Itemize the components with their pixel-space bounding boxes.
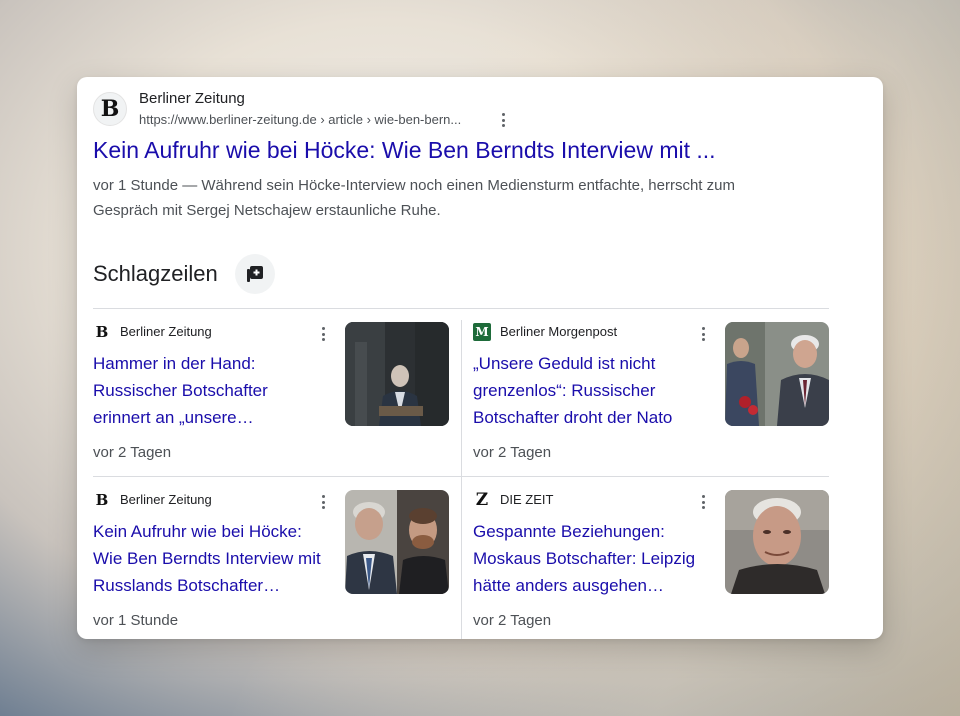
result-more-options-icon[interactable] <box>496 111 510 129</box>
story-headline-link[interactable]: Gespannte Beziehungen: Moskaus Botschaft… <box>473 518 709 599</box>
story-time: vor 2 Tagen <box>473 444 552 461</box>
story-source: Berliner Zeitung <box>120 324 212 339</box>
story-source: DIE ZEIT <box>500 492 554 507</box>
story-headline-link[interactable]: Hammer in der Hand: Russischer Botschaft… <box>93 350 329 431</box>
berliner-morgenpost-icon: M <box>473 323 491 341</box>
headlines-section-title: Schlagzeilen <box>93 261 218 286</box>
story-card[interactable]: B Berliner Zeitung Hammer in der Hand: R… <box>93 322 449 482</box>
story-time: vor 1 Stunde <box>93 612 179 629</box>
story-card[interactable]: Z DIE ZEIT Gespannte Beziehungen: Moskau… <box>473 490 829 639</box>
headlines-collection-button[interactable] <box>235 254 275 294</box>
story-card[interactable]: M Berliner Morgenpost „Unsere Geduld ist… <box>473 322 829 482</box>
berliner-zeitung-icon: B <box>95 491 109 509</box>
story-more-options-icon[interactable] <box>316 325 330 343</box>
headlines-column-divider <box>461 320 462 639</box>
headlines-top-divider <box>93 308 829 309</box>
search-result-card: B Berliner Zeitung https://www.berliner-… <box>77 77 883 639</box>
story-thumbnail-image[interactable] <box>345 490 449 594</box>
story-source: Berliner Zeitung <box>120 492 212 507</box>
story-card[interactable]: B Berliner Zeitung Kein Aufruhr wie bei … <box>93 490 449 639</box>
story-thumbnail-image[interactable] <box>725 490 829 594</box>
story-more-options-icon[interactable] <box>696 493 710 511</box>
story-time: vor 2 Tagen <box>473 612 552 629</box>
story-thumbnail-image[interactable] <box>345 322 449 426</box>
result-snippet: vor 1 Stunde — Während sein Höcke-Interv… <box>93 177 735 219</box>
story-time: vor 2 Tagen <box>93 444 172 461</box>
die-zeit-icon: Z <box>475 490 489 510</box>
result-site-name: Berliner Zeitung <box>139 90 245 107</box>
result-url: https://www.berliner-zeitung.de › articl… <box>139 112 462 127</box>
story-more-options-icon[interactable] <box>696 325 710 343</box>
story-headline-link[interactable]: „Unsere Geduld ist nicht grenzenlos“: Ru… <box>473 350 709 431</box>
story-headline-link[interactable]: Kein Aufruhr wie bei Höcke: Wie Ben Bern… <box>93 518 329 599</box>
collection-add-icon <box>247 266 263 282</box>
berliner-zeitung-icon: B <box>95 323 109 341</box>
result-title-link[interactable]: Kein Aufruhr wie bei Höcke: Wie Ben Bern… <box>93 137 716 164</box>
story-thumbnail-image[interactable] <box>725 322 829 426</box>
story-more-options-icon[interactable] <box>316 493 330 511</box>
story-source: Berliner Morgenpost <box>500 324 618 339</box>
berliner-zeitung-logo-icon: B <box>93 92 127 126</box>
